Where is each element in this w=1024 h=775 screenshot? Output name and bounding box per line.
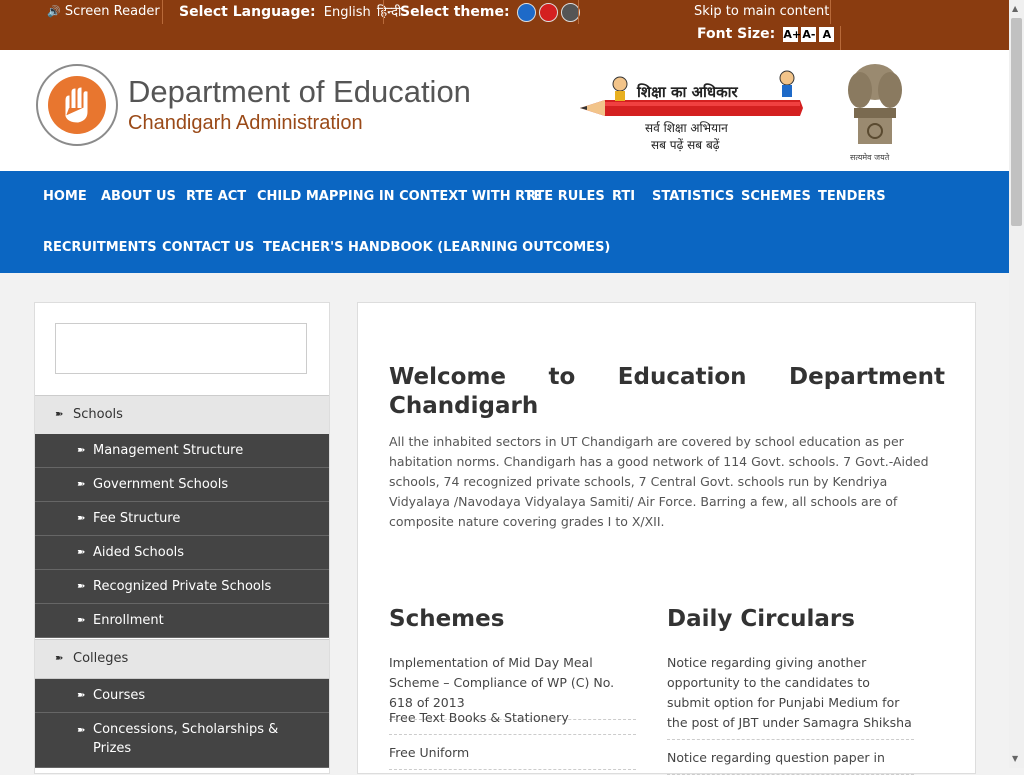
ashoka-lions-icon bbox=[848, 64, 902, 144]
open-hand-icon bbox=[48, 76, 106, 134]
arrow-icon: ➽ bbox=[77, 690, 86, 701]
dept-subtitle: Chandigarh Administration bbox=[128, 112, 363, 134]
screen-reader-link[interactable]: 🔊 Screen Reader bbox=[47, 0, 160, 24]
arrow-icon: ➽ bbox=[77, 615, 86, 626]
rte-line1: सर्व शिक्षा अभियान bbox=[645, 121, 728, 135]
dept-title: Department of Education bbox=[128, 74, 471, 109]
divider bbox=[383, 0, 384, 24]
page-scrollbar[interactable]: ▲ ▼ bbox=[1009, 0, 1024, 768]
scroll-thumb[interactable] bbox=[1011, 18, 1022, 226]
font-size-control: Font Size: A+A- A bbox=[697, 22, 837, 46]
divider bbox=[840, 26, 841, 50]
page-title-line2: Chandigarh bbox=[389, 393, 539, 419]
site-header: Department of Education Chandigarh Admin… bbox=[0, 50, 1009, 171]
top-bar: 🔊 Screen Reader Select Language: English… bbox=[0, 0, 1009, 50]
font-reset-button[interactable]: A bbox=[819, 27, 835, 42]
sidebar-item-enrollment[interactable]: ➽ Enrollment bbox=[35, 604, 329, 638]
sidebar-item-fee-structure[interactable]: ➽ Fee Structure bbox=[35, 502, 329, 536]
sidebar: ➽ Schools ➽ Management Structure ➽ Gover… bbox=[34, 302, 330, 774]
emblem-caption: सत्यमेव जयते bbox=[850, 153, 890, 162]
nav-recruitments[interactable]: RECRUITMENTS bbox=[43, 240, 157, 255]
theme-red-button[interactable] bbox=[538, 3, 558, 22]
rte-title: शिक्षा का अधिकार bbox=[637, 83, 738, 101]
nav-rti[interactable]: RTI bbox=[612, 189, 635, 204]
main-nav: HOME ABOUT US RTE ACT CHILD MAPPING IN C… bbox=[0, 171, 1009, 273]
divider bbox=[162, 0, 163, 24]
daily-circulars-heading[interactable]: Daily Circulars bbox=[667, 606, 855, 632]
nav-child-mapping[interactable]: CHILD MAPPING IN CONTEXT WITH RTE bbox=[257, 189, 542, 204]
main-content: Welcome to Education Department Chandiga… bbox=[357, 302, 976, 775]
scheme-item[interactable]: Free Uniform bbox=[389, 743, 636, 770]
sidebar-item-courses[interactable]: ➽ Courses bbox=[35, 679, 329, 713]
nav-about-us[interactable]: ABOUT US bbox=[101, 189, 176, 204]
rte-logo: शिक्षा का अधिकार सर्व शिक्षा अभियान सब प… bbox=[575, 64, 810, 154]
rte-line2: सब पढ़ें सब बढ़ें bbox=[651, 138, 720, 152]
nav-schemes[interactable]: SCHEMES bbox=[741, 189, 811, 204]
sidebar-item-management-structure[interactable]: ➽ Management Structure bbox=[35, 434, 329, 468]
arrow-icon: ➽ bbox=[77, 479, 86, 490]
arrow-icon: ➽ bbox=[77, 547, 86, 558]
page-title: Welcome to Education Department bbox=[389, 364, 945, 390]
sidebar-category-colleges[interactable]: ➽ Colleges bbox=[35, 639, 329, 679]
arrow-icon: ➽ bbox=[77, 513, 86, 524]
arrow-icon: ➽ bbox=[77, 581, 86, 592]
nav-rte-act[interactable]: RTE ACT bbox=[186, 189, 246, 204]
circular-item[interactable]: Notice regarding question paper in bbox=[667, 748, 914, 775]
nav-home[interactable]: HOME bbox=[43, 189, 87, 204]
sidebar-item-government-schools[interactable]: ➽ Government Schools bbox=[35, 468, 329, 502]
arrow-icon: ➽ bbox=[77, 445, 86, 456]
divider bbox=[578, 0, 579, 24]
sidebar-item-recognized-private-schools[interactable]: ➽ Recognized Private Schools bbox=[35, 570, 329, 604]
language-english-link[interactable]: English bbox=[324, 5, 371, 20]
chandigarh-admin-logo[interactable] bbox=[36, 64, 118, 146]
arrow-icon: ➽ bbox=[55, 653, 64, 664]
nav-rte-rules[interactable]: RTE RULES bbox=[526, 189, 605, 204]
nav-tenders[interactable]: TENDERS bbox=[818, 189, 886, 204]
theme-dark-button[interactable] bbox=[560, 3, 580, 22]
circular-item[interactable]: Notice regarding giving another opportun… bbox=[667, 653, 914, 740]
sidebar-item-concessions[interactable]: ➽ Concessions, Scholarships & Prizes bbox=[35, 713, 329, 768]
font-decrease-button[interactable]: A- bbox=[801, 27, 817, 42]
skip-to-main-link[interactable]: Skip to main content bbox=[694, 0, 829, 24]
divider bbox=[830, 0, 831, 24]
select-language-label: Select Language: bbox=[179, 4, 316, 20]
theme-selector: Select theme: bbox=[400, 0, 583, 24]
theme-blue-button[interactable] bbox=[516, 3, 536, 22]
scheme-item[interactable]: Free Text Books & Stationery bbox=[389, 708, 636, 735]
national-emblem: सत्यमेव जयते bbox=[840, 60, 910, 165]
nav-contact-us[interactable]: CONTACT US bbox=[162, 240, 254, 255]
nav-teachers-handbook[interactable]: TEACHER'S HANDBOOK (LEARNING OUTCOMES) bbox=[263, 240, 610, 255]
schemes-heading[interactable]: Schemes bbox=[389, 606, 504, 632]
arrow-icon: ➽ bbox=[77, 725, 86, 736]
sidebar-category-schools[interactable]: ➽ Schools bbox=[35, 395, 329, 435]
arrow-icon: ➽ bbox=[55, 409, 64, 420]
scroll-down-icon[interactable]: ▼ bbox=[1012, 754, 1018, 763]
font-increase-button[interactable]: A+ bbox=[783, 27, 801, 42]
select-theme-label: Select theme: bbox=[400, 4, 510, 20]
language-selector: Select Language: English हिन्दी bbox=[179, 0, 401, 24]
sidebar-item-aided-schools[interactable]: ➽ Aided Schools bbox=[35, 536, 329, 570]
nav-statistics[interactable]: STATISTICS bbox=[652, 189, 734, 204]
scroll-up-icon[interactable]: ▲ bbox=[1012, 4, 1018, 13]
speaker-icon: 🔊 bbox=[47, 5, 61, 18]
sidebar-search-input[interactable] bbox=[55, 323, 307, 374]
font-size-label: Font Size: bbox=[697, 26, 776, 42]
intro-paragraph: All the inhabited sectors in UT Chandiga… bbox=[389, 434, 929, 529]
language-hindi-link[interactable]: हिन्दी bbox=[377, 5, 402, 20]
